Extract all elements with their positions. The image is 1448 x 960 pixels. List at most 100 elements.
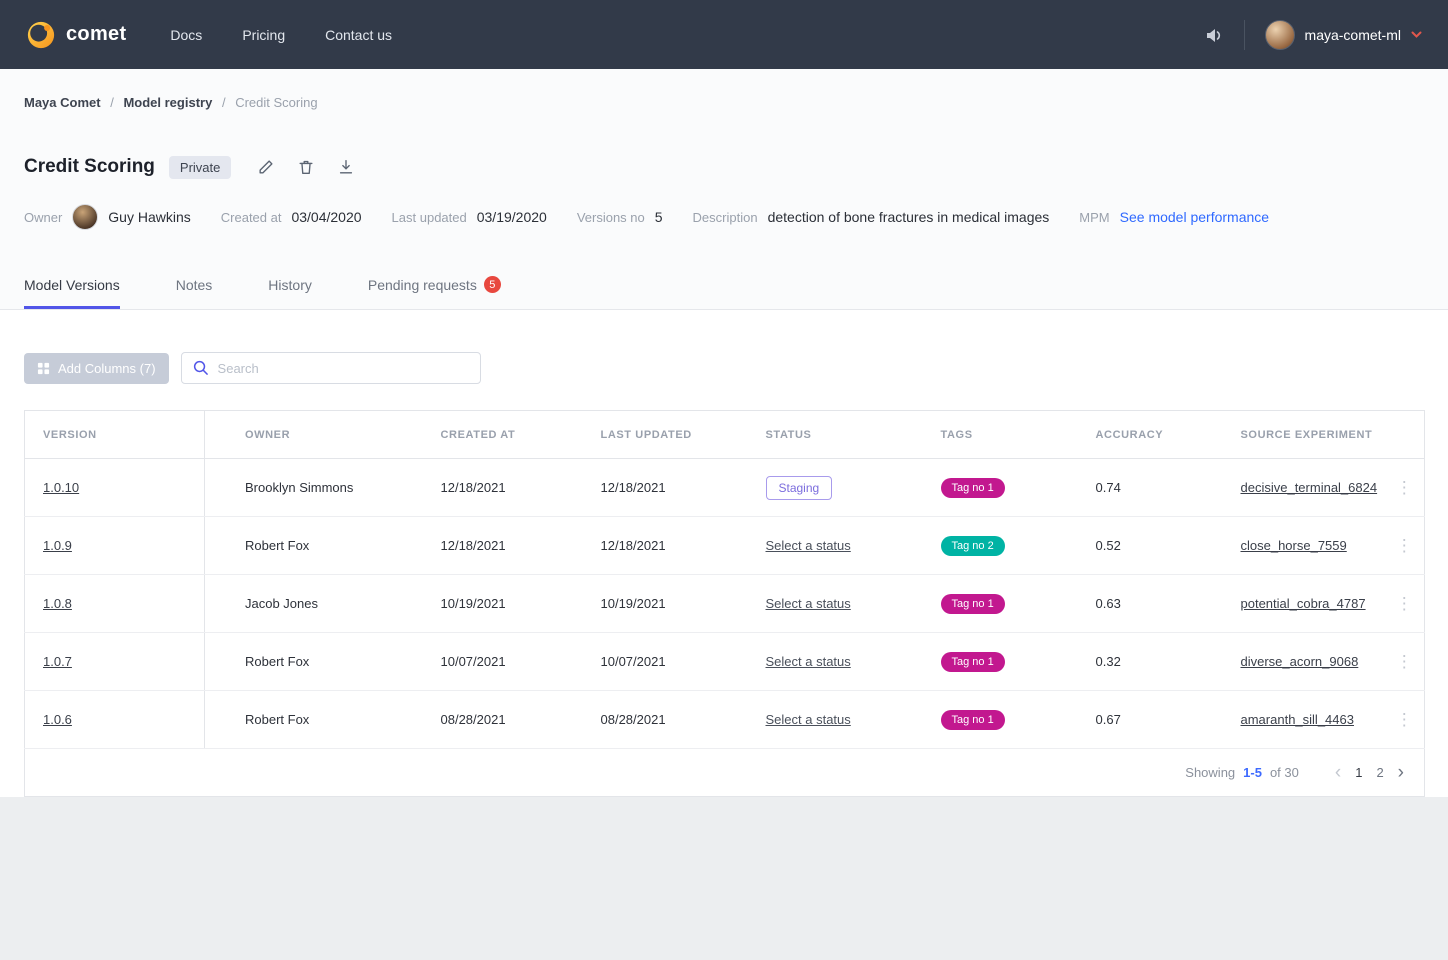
- row-menu-button[interactable]: ⋮: [1396, 537, 1413, 554]
- meta-value-description: detection of bone fractures in medical i…: [768, 209, 1050, 225]
- version-link[interactable]: 1.0.7: [43, 654, 72, 669]
- select-status-link[interactable]: Select a status: [766, 712, 851, 727]
- select-status-link[interactable]: Select a status: [766, 538, 851, 553]
- meta-label-versions-no: Versions no: [577, 210, 645, 225]
- version-link[interactable]: 1.0.8: [43, 596, 72, 611]
- tag-pill: Tag no 2: [941, 536, 1005, 556]
- tab-bar: Model Versions Notes History Pending req…: [0, 276, 1448, 310]
- meta-value-created-at: 03/04/2020: [291, 209, 361, 225]
- breadcrumb-workspace[interactable]: Maya Comet: [24, 95, 101, 110]
- breadcrumb-separator: /: [110, 95, 114, 110]
- see-model-performance-link[interactable]: See model performance: [1120, 209, 1269, 225]
- page-title: Credit Scoring: [24, 156, 155, 178]
- tag-pill: Tag no 1: [941, 652, 1005, 672]
- tab-pending-requests[interactable]: Pending requests 5: [368, 276, 501, 309]
- download-icon: [337, 158, 355, 176]
- tag-pill: Tag no 1: [941, 478, 1005, 498]
- delete-button[interactable]: [293, 154, 319, 180]
- table-row: 1.0.10 Brooklyn Simmons 12/18/2021 12/18…: [25, 459, 1425, 517]
- col-header-accuracy: ACCURACY: [1080, 411, 1225, 459]
- status-cell: Staging: [750, 459, 925, 517]
- meta-label-owner: Owner: [24, 210, 62, 225]
- tab-history[interactable]: History: [268, 276, 312, 309]
- comet-brand-link[interactable]: comet: [26, 20, 126, 50]
- source-experiment-link[interactable]: decisive_terminal_6824: [1241, 480, 1378, 495]
- accuracy-cell: 0.74: [1080, 459, 1225, 517]
- status-cell: Select a status: [750, 633, 925, 691]
- col-header-created-at: CREATED AT: [425, 411, 585, 459]
- edit-button[interactable]: [253, 154, 279, 180]
- col-header-owner: OWNER: [205, 411, 425, 459]
- breadcrumb-model-registry[interactable]: Model registry: [123, 95, 212, 110]
- download-button[interactable]: [333, 154, 359, 180]
- add-columns-label: Add Columns (7): [58, 361, 156, 376]
- accuracy-cell: 0.63: [1080, 575, 1225, 633]
- trash-icon: [297, 158, 315, 176]
- comet-logo-icon: [26, 20, 56, 50]
- page-number-1[interactable]: 1: [1355, 765, 1362, 780]
- created-at-cell: 12/18/2021: [425, 517, 585, 575]
- table-row: 1.0.9 Robert Fox 12/18/2021 12/18/2021 S…: [25, 517, 1425, 575]
- nav-link-pricing[interactable]: Pricing: [242, 27, 285, 43]
- source-experiment-link[interactable]: close_horse_7559: [1241, 538, 1347, 553]
- next-page-button[interactable]: ›: [1398, 763, 1404, 782]
- owner-cell: Brooklyn Simmons: [205, 459, 425, 517]
- col-header-source-experiment: SOURCE EXPERIMENT: [1225, 411, 1385, 459]
- col-header-status: STATUS: [750, 411, 925, 459]
- breadcrumb-separator: /: [222, 95, 226, 110]
- page-number-2[interactable]: 2: [1376, 765, 1383, 780]
- add-columns-button[interactable]: Add Columns (7): [24, 353, 169, 384]
- table-footer-row: Showing 1-5 of 30 ‹ 1 2 ›: [25, 749, 1425, 797]
- top-navbar: comet Docs Pricing Contact us maya-comet…: [0, 0, 1448, 69]
- tag-pill: Tag no 1: [941, 594, 1005, 614]
- pencil-icon: [257, 158, 275, 176]
- owner-cell: Robert Fox: [205, 691, 425, 749]
- last-updated-cell: 08/28/2021: [585, 691, 750, 749]
- table-header-row: VERSION OWNER CREATED AT LAST UPDATED ST…: [25, 411, 1425, 459]
- breadcrumb-current: Credit Scoring: [235, 95, 317, 110]
- version-link[interactable]: 1.0.10: [43, 480, 79, 495]
- nav-link-docs[interactable]: Docs: [170, 27, 202, 43]
- row-menu-button[interactable]: ⋮: [1396, 653, 1413, 670]
- showing-label: Showing: [1185, 765, 1235, 780]
- version-link[interactable]: 1.0.9: [43, 538, 72, 553]
- owner-avatar: [72, 204, 98, 230]
- model-versions-panel: Add Columns (7) VERSION OWNER CREATED AT…: [0, 310, 1448, 797]
- row-menu-button[interactable]: ⋮: [1396, 711, 1413, 728]
- search-input[interactable]: [181, 352, 481, 384]
- announcement-icon[interactable]: [1204, 25, 1224, 45]
- nav-divider: [1244, 20, 1245, 50]
- meta-value-last-updated: 03/19/2020: [477, 209, 547, 225]
- accuracy-cell: 0.67: [1080, 691, 1225, 749]
- search-icon: [192, 359, 209, 381]
- status-cell: Select a status: [750, 575, 925, 633]
- last-updated-cell: 12/18/2021: [585, 517, 750, 575]
- table-body: 1.0.10 Brooklyn Simmons 12/18/2021 12/18…: [25, 459, 1425, 749]
- source-experiment-link[interactable]: potential_cobra_4787: [1241, 596, 1366, 611]
- meta-label-created-at: Created at: [221, 210, 282, 225]
- last-updated-cell: 12/18/2021: [585, 459, 750, 517]
- select-status-link[interactable]: Select a status: [766, 596, 851, 611]
- meta-label-last-updated: Last updated: [392, 210, 467, 225]
- meta-label-mpm: MPM: [1079, 210, 1109, 225]
- status-cell: Select a status: [750, 517, 925, 575]
- version-link[interactable]: 1.0.6: [43, 712, 72, 727]
- row-menu-button[interactable]: ⋮: [1396, 595, 1413, 612]
- accuracy-cell: 0.52: [1080, 517, 1225, 575]
- tab-model-versions[interactable]: Model Versions: [24, 276, 120, 309]
- owner-cell: Robert Fox: [205, 633, 425, 691]
- source-experiment-link[interactable]: amaranth_sill_4463: [1241, 712, 1354, 727]
- tab-notes[interactable]: Notes: [176, 276, 213, 309]
- select-status-link[interactable]: Select a status: [766, 654, 851, 669]
- breadcrumb: Maya Comet / Model registry / Credit Sco…: [0, 69, 1448, 110]
- user-menu[interactable]: maya-comet-ml: [1265, 20, 1422, 50]
- col-header-menu: [1385, 411, 1425, 459]
- prev-page-button[interactable]: ‹: [1335, 763, 1341, 782]
- pending-requests-badge: 5: [484, 276, 501, 293]
- nav-link-contact-us[interactable]: Contact us: [325, 27, 392, 43]
- showing-range: 1-5: [1243, 765, 1262, 780]
- row-menu-button[interactable]: ⋮: [1396, 479, 1413, 496]
- status-badge[interactable]: Staging: [766, 476, 833, 500]
- owner-cell: Jacob Jones: [205, 575, 425, 633]
- source-experiment-link[interactable]: diverse_acorn_9068: [1241, 654, 1359, 669]
